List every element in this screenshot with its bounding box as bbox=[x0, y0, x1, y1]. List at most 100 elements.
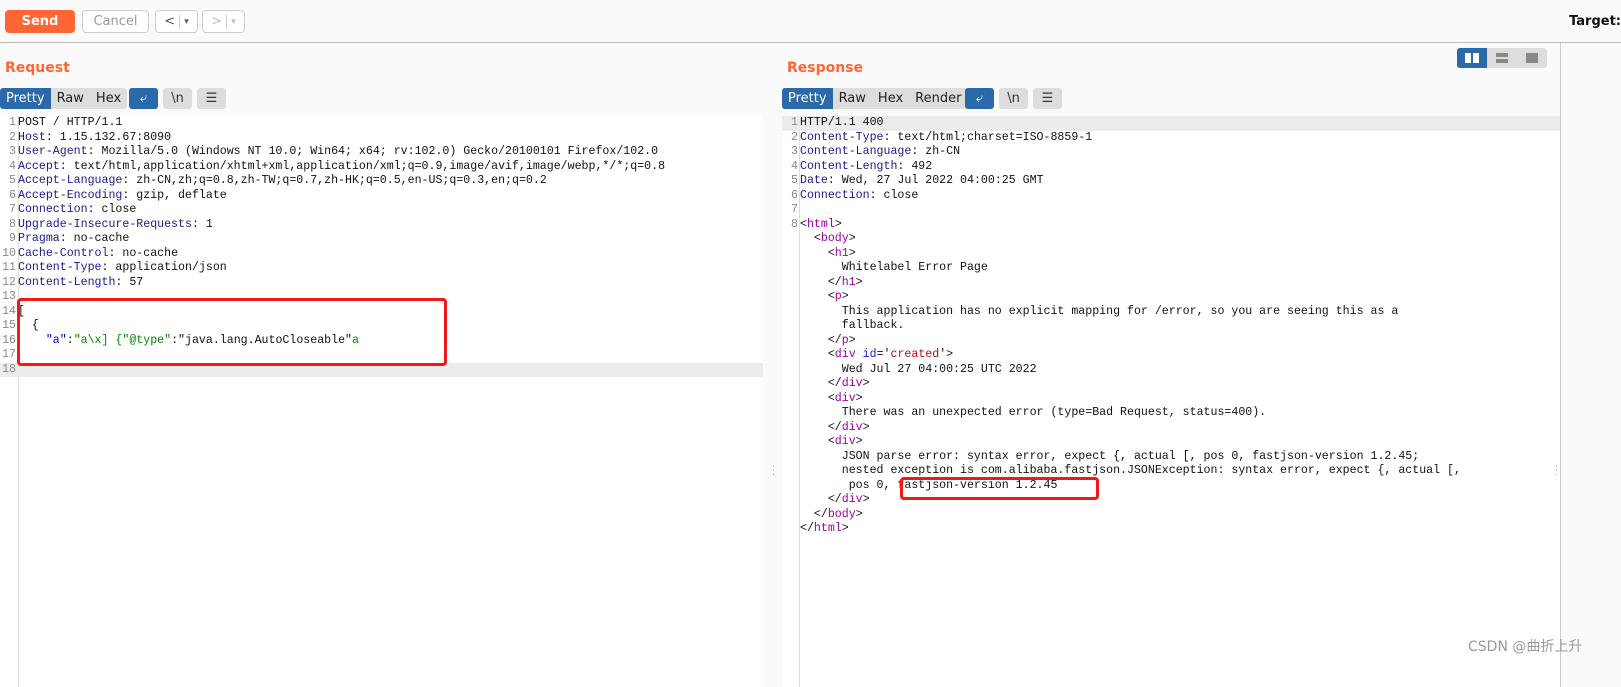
code-token: > bbox=[841, 522, 849, 535]
wrap-lines-button[interactable]: ⤶ bbox=[129, 88, 158, 109]
line-number: 10 bbox=[2, 246, 16, 260]
tab-hex[interactable]: Hex bbox=[872, 88, 909, 109]
tab-raw[interactable]: Raw bbox=[833, 88, 872, 109]
code-token: div bbox=[834, 348, 856, 361]
code-line: There was an unexpected error (type=Bad … bbox=[782, 406, 1560, 421]
scroll-handle[interactable]: · · · bbox=[1555, 463, 1559, 481]
layout-side-by-side-button[interactable] bbox=[1457, 48, 1487, 68]
code-token: html bbox=[806, 217, 835, 231]
code-line: 7 Connection: close bbox=[0, 203, 763, 218]
newline-icon: \n bbox=[1007, 91, 1020, 106]
code-token: body bbox=[820, 232, 849, 245]
code-line: <h1> bbox=[782, 247, 1560, 262]
code-line: This application has no explicit mapping… bbox=[782, 305, 1560, 320]
code-line: 12 Content-Length: 57 bbox=[0, 276, 763, 291]
code-line: Wed Jul 27 04:00:25 UTC 2022 bbox=[782, 363, 1560, 378]
wrap-icon: ⤶ bbox=[139, 91, 148, 106]
code-line: 11 Content-Type: application/json bbox=[0, 261, 763, 276]
code-line: <body> bbox=[782, 232, 1560, 247]
code-line: <div> bbox=[782, 392, 1560, 407]
menu-button[interactable]: ☰ bbox=[1033, 88, 1062, 109]
inspector-collapsed-panel[interactable] bbox=[1560, 43, 1621, 687]
code-line: <div> bbox=[782, 435, 1560, 450]
line-number: 16 bbox=[2, 333, 16, 347]
code-token: < bbox=[800, 391, 835, 405]
cancel-button[interactable]: Cancel bbox=[82, 10, 149, 33]
line-number: 2 bbox=[791, 130, 798, 144]
tab-render[interactable]: Render bbox=[909, 88, 967, 109]
request-view-tabs: Pretty Raw Hex bbox=[0, 88, 128, 109]
code-line: nested exception is com.alibaba.fastjson… bbox=[782, 464, 1560, 479]
line-number: 7 bbox=[791, 203, 798, 216]
code-token: Connection bbox=[18, 203, 88, 216]
code-token: </ bbox=[800, 493, 842, 506]
code-token: HTTP/1.1 400 bbox=[800, 116, 884, 129]
code-token: POST / HTTP/1.1 bbox=[18, 116, 123, 129]
code-token: > bbox=[855, 275, 863, 289]
line-number: 14 bbox=[2, 304, 16, 318]
line-number: 11 bbox=[2, 261, 16, 274]
code-line: 4 Content-Length: 492 bbox=[782, 160, 1560, 175]
wrap-lines-button[interactable]: ⤶ bbox=[965, 88, 994, 109]
code-line: 10 Cache-Control: no-cache bbox=[0, 247, 763, 262]
code-token: : Wed, 27 Jul 2022 04:00:25 GMT bbox=[827, 174, 1044, 187]
code-token: : close bbox=[87, 203, 137, 216]
code-line: 2 Host: 1.15.132.67:8090 bbox=[0, 131, 763, 146]
pane-splitter-handle[interactable]: · · · bbox=[772, 463, 776, 481]
code-line: </h1> bbox=[782, 276, 1560, 291]
code-token: User-Agent bbox=[18, 145, 88, 158]
tab-pretty[interactable]: Pretty bbox=[782, 88, 833, 109]
columns-icon bbox=[1465, 53, 1479, 63]
code-token: body bbox=[827, 507, 856, 521]
code-token: < bbox=[800, 435, 835, 448]
code-line: Whitelabel Error Page bbox=[782, 261, 1560, 276]
code-token: Content-Type bbox=[800, 130, 884, 144]
response-editor[interactable]: 1 HTTP/1.1 400 2 Content-Type: text/html;ch… bbox=[782, 116, 1560, 687]
tab-raw[interactable]: Raw bbox=[51, 88, 90, 109]
code-token: : close bbox=[869, 188, 919, 202]
code-token: > bbox=[855, 435, 863, 448]
tab-pretty[interactable]: Pretty bbox=[0, 88, 51, 109]
code-token: Connection bbox=[800, 188, 870, 202]
response-code[interactable]: 1 HTTP/1.1 400 2 Content-Type: text/html;ch… bbox=[782, 116, 1560, 537]
code-token: Content-Language bbox=[800, 145, 912, 158]
menu-button[interactable]: ☰ bbox=[197, 88, 226, 109]
code-token: > bbox=[848, 246, 856, 260]
code-token: > bbox=[862, 493, 870, 506]
code-token: div bbox=[834, 435, 856, 448]
forward-arrow-icon: > bbox=[211, 14, 223, 29]
back-button[interactable]: < ▾ bbox=[155, 10, 198, 33]
rows-icon bbox=[1496, 53, 1508, 63]
chevron-down-icon[interactable]: ▾ bbox=[184, 17, 189, 27]
request-editor[interactable]: 1 POST / HTTP/1.1 2 Host: 1.15.132.67:8090 3… bbox=[0, 116, 763, 687]
show-newlines-button[interactable]: \n bbox=[999, 88, 1028, 109]
line-number: 17 bbox=[2, 348, 16, 361]
code-token: Wed Jul 27 04:00:25 UTC 2022 bbox=[800, 362, 1037, 376]
code-token: Whitelabel Error Page bbox=[800, 261, 988, 274]
code-token: id bbox=[862, 348, 877, 361]
code-token: > bbox=[848, 232, 856, 245]
code-token: Cache-Control bbox=[18, 246, 109, 260]
code-token: : no-cache bbox=[108, 246, 179, 260]
line-number: 18 bbox=[2, 362, 16, 376]
line-number: 1 bbox=[791, 116, 798, 129]
code-token: </ bbox=[800, 333, 842, 347]
line-number: 15 bbox=[2, 319, 16, 332]
show-newlines-button[interactable]: \n bbox=[163, 88, 192, 109]
send-button[interactable]: Send bbox=[5, 10, 75, 33]
forward-button[interactable]: > ▾ bbox=[202, 10, 245, 33]
tab-hex[interactable]: Hex bbox=[90, 88, 127, 109]
code-token: : 57 bbox=[115, 275, 144, 289]
layout-tabs-button[interactable] bbox=[1517, 48, 1547, 68]
code-token: : zh-CN,zh;q=0.8,zh-TW;q=0.7,zh-HK;q=0.5… bbox=[122, 174, 547, 187]
code-token: h1 bbox=[841, 275, 856, 289]
layout-stacked-button[interactable] bbox=[1487, 48, 1517, 68]
code-token: > bbox=[848, 333, 856, 347]
code-line: </body> bbox=[782, 508, 1560, 523]
code-line: fallback. bbox=[782, 319, 1560, 334]
chevron-down-icon[interactable]: ▾ bbox=[231, 17, 236, 27]
code-token: There was an unexpected error (type=Bad … bbox=[800, 406, 1267, 419]
code-token: > bbox=[841, 290, 849, 303]
highlight-box bbox=[17, 298, 447, 366]
code-token: > bbox=[855, 507, 863, 521]
